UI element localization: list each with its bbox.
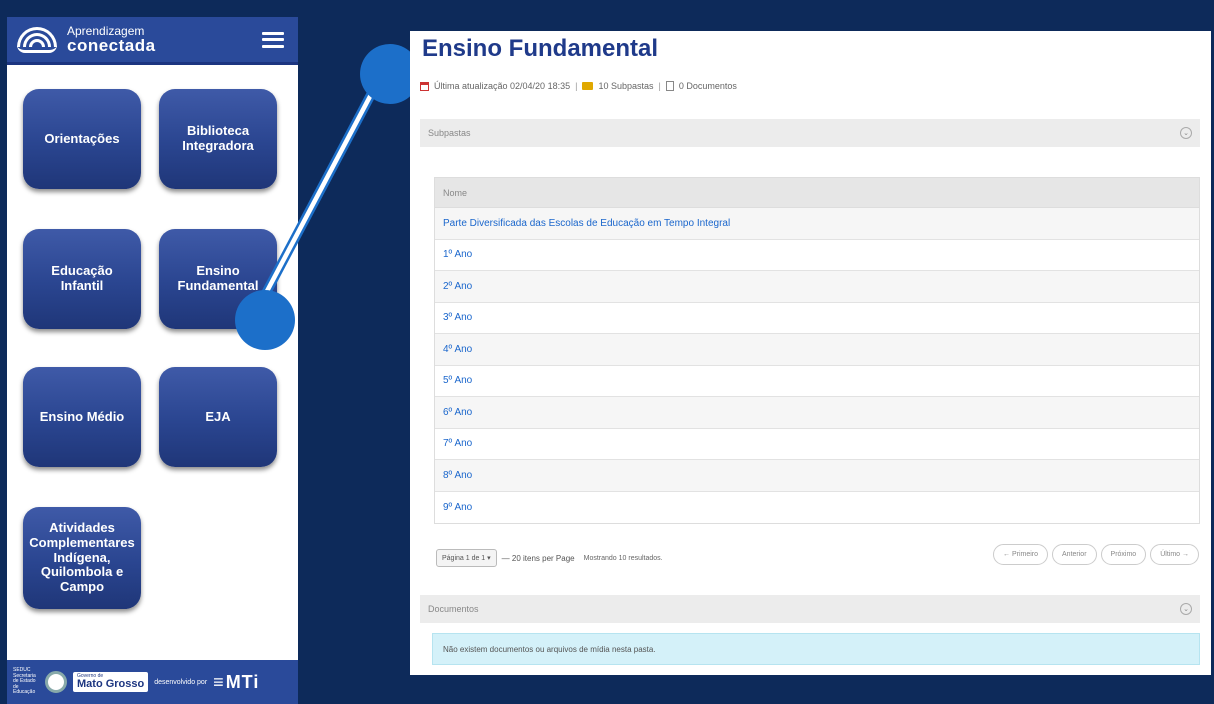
page-title: Ensino Fundamental	[422, 35, 659, 62]
tile-eja[interactable]: EJA	[159, 367, 277, 467]
tile-educacao-infantil[interactable]: Educação Infantil	[23, 229, 141, 329]
folder-page: Ensino Fundamental Última atualização 02…	[410, 31, 1211, 675]
logo-big-text: conectada	[67, 36, 156, 55]
table-row[interactable]: 9º Ano	[435, 492, 1199, 524]
chevron-down-icon[interactable]: ⌄	[1180, 127, 1192, 139]
wifi-book-icon	[11, 25, 63, 55]
items-per-page: — 20 itens per Page	[501, 553, 575, 563]
folder-icon	[582, 82, 594, 90]
previous-page-button[interactable]: Anterior	[1052, 544, 1097, 565]
page-select[interactable]: Página 1 de 1 ▾	[436, 549, 497, 567]
tile-atividades-complementares[interactable]: Atividades Complementares Indígena, Quil…	[23, 507, 141, 609]
app-header: Aprendizagem conectada	[7, 17, 298, 65]
table-row[interactable]: 8º Ano	[435, 460, 1199, 492]
folder-meta: Última atualização 02/04/20 18:35 | 10 S…	[420, 81, 737, 91]
app-logo[interactable]: Aprendizagem conectada	[11, 25, 156, 55]
developed-by-label: desenvolvido por	[154, 678, 208, 686]
subfolders-section-title: Subpastas	[428, 128, 471, 138]
tile-biblioteca-integradora[interactable]: Biblioteca Integradora	[159, 89, 277, 189]
meta-separator: |	[575, 81, 578, 91]
table-row[interactable]: 2º Ano	[435, 271, 1199, 303]
subfolders-section-header[interactable]: Subpastas ⌄	[420, 119, 1200, 147]
document-count: 0 Documentos	[678, 81, 737, 91]
tile-label: Ensino Médio	[39, 408, 125, 424]
seduc-label: SEDUC Secretaria de Estado de Educação	[13, 667, 36, 696]
table-body: Parte Diversificada das Escolas de Educa…	[435, 208, 1199, 523]
app-footer: SEDUC Secretaria de Estado de Educação G…	[7, 660, 298, 704]
tile-orientacoes[interactable]: Orientações	[23, 89, 141, 189]
last-page-button[interactable]: Último →	[1150, 544, 1199, 565]
meta-separator: |	[658, 81, 661, 91]
pagination-buttons: ← Primeiro Anterior Próximo Último →	[993, 544, 1199, 565]
logo-text: Aprendizagem conectada	[67, 25, 156, 54]
empty-documents-alert: Não existem documentos ou arquivos de mí…	[432, 633, 1200, 665]
table-row[interactable]: 6º Ano	[435, 397, 1199, 429]
table-row[interactable]: 4º Ano	[435, 334, 1199, 366]
state-seal-icon	[45, 671, 67, 693]
hamburger-menu-icon[interactable]	[262, 31, 284, 48]
tile-label: Atividades Complementares Indígena, Quil…	[29, 519, 135, 595]
tile-label: Orientações	[44, 130, 120, 146]
subfolders-table: Nome Parte Diversificada das Escolas de …	[434, 177, 1200, 524]
table-row[interactable]: 7º Ano	[435, 429, 1199, 460]
mti-logo: MTi	[213, 672, 259, 693]
tile-ensino-medio[interactable]: Ensino Médio	[23, 367, 141, 467]
first-page-button[interactable]: ← Primeiro	[993, 544, 1049, 565]
table-header-name[interactable]: Nome	[435, 178, 1199, 208]
state-label: Mato Grosso	[77, 678, 145, 691]
document-icon	[665, 81, 674, 91]
calendar-icon	[420, 81, 429, 91]
mobile-app-screen: Aprendizagem conectada Orientações Bibli…	[7, 17, 298, 704]
subfolder-count: 10 Subpastas	[598, 81, 654, 91]
tile-label: Ensino Fundamental	[177, 263, 259, 293]
documents-section-header[interactable]: Documentos ⌄	[420, 595, 1200, 623]
next-page-button[interactable]: Próximo	[1100, 544, 1147, 565]
tile-label: EJA	[205, 408, 231, 424]
chevron-down-icon[interactable]: ⌄	[1180, 603, 1192, 615]
tile-label: Biblioteca Integradora	[182, 123, 254, 153]
table-row[interactable]: 3º Ano	[435, 303, 1199, 334]
tile-label: Educação Infantil	[51, 263, 113, 293]
pagination-info: Página 1 de 1 ▾ — 20 itens per Page Most…	[436, 549, 663, 567]
mato-grosso-logo: Governo de Mato Grosso	[73, 672, 149, 692]
table-row[interactable]: 5º Ano	[435, 366, 1199, 397]
documents-section-title: Documentos	[428, 604, 479, 614]
last-updated: Última atualização 02/04/20 18:35	[434, 81, 571, 91]
results-count: Mostrando 10 resultados.	[583, 554, 663, 562]
table-row[interactable]: Parte Diversificada das Escolas de Educa…	[435, 208, 1199, 240]
table-row[interactable]: 1º Ano	[435, 240, 1199, 271]
tile-ensino-fundamental[interactable]: Ensino Fundamental	[159, 229, 277, 329]
